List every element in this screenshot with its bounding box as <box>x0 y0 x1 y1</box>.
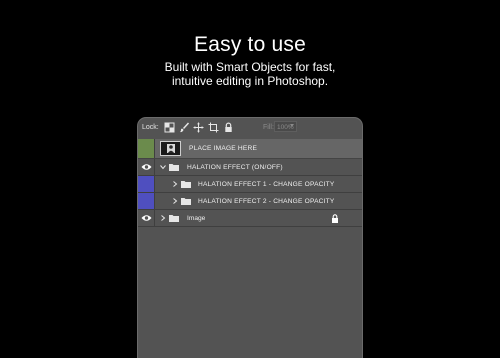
layer-label: HALATION EFFECT 1 - CHANGE OPACITY <box>198 181 335 188</box>
layer-row-place-image[interactable]: PLACE IMAGE HERE <box>138 139 362 159</box>
folder-icon <box>181 198 191 205</box>
chevron-right-icon[interactable] <box>172 181 178 187</box>
layer-visibility-tag[interactable] <box>138 193 155 209</box>
layer-label: HALATION EFFECT (ON/OFF) <box>187 164 283 171</box>
fill-label: Fill: <box>263 124 274 131</box>
layer-row-image-group[interactable]: Image <box>138 210 362 227</box>
layer-lock-icon <box>332 214 338 223</box>
layer-row-halation-group[interactable]: HALATION EFFECT (ON/OFF) <box>138 159 362 176</box>
layer-visibility-toggle[interactable] <box>138 210 155 226</box>
layer-label: HALATION EFFECT 2 - CHANGE OPACITY <box>198 198 335 205</box>
chevron-down-icon[interactable] <box>160 164 166 170</box>
layer-visibility-tag[interactable] <box>138 139 155 158</box>
folder-icon <box>181 181 191 188</box>
chevron-right-icon[interactable] <box>172 198 178 204</box>
fill-dropdown-arrow[interactable] <box>290 124 294 127</box>
smart-object-thumbnail <box>160 141 181 156</box>
checkerboard-lock-icon[interactable] <box>164 122 175 133</box>
eye-icon <box>141 215 152 221</box>
layer-row-halation-effect-2[interactable]: HALATION EFFECT 2 - CHANGE OPACITY <box>138 193 362 210</box>
layer-row-halation-effect-1[interactable]: HALATION EFFECT 1 - CHANGE OPACITY <box>138 176 362 193</box>
portrait-thumbnail-icon <box>167 144 175 153</box>
subheadline-line-1: Built with Smart Objects for fast, <box>164 60 336 74</box>
artboard-icon[interactable] <box>208 122 219 133</box>
padlock-icon[interactable] <box>223 122 234 133</box>
folder-icon <box>169 164 179 171</box>
subheadline-line-2: intuitive editing in Photoshop. <box>171 74 329 88</box>
eye-icon <box>141 164 152 170</box>
layer-visibility-toggle[interactable] <box>138 159 155 175</box>
layer-label: Image <box>187 215 206 222</box>
headline: Easy to use <box>194 33 306 56</box>
layer-visibility-tag[interactable] <box>138 176 155 192</box>
chevron-right-icon[interactable] <box>160 215 166 221</box>
move-icon[interactable] <box>193 122 204 133</box>
layer-label: PLACE IMAGE HERE <box>189 145 258 152</box>
layers-panel: Lock: Fill: 100% PLACE IMAGE HERE HALATI… <box>137 117 363 358</box>
layers-toolbar: Lock: Fill: 100% <box>138 118 362 138</box>
brush-icon[interactable] <box>179 122 190 133</box>
lock-label: Lock: <box>142 124 159 131</box>
folder-icon <box>169 215 179 222</box>
